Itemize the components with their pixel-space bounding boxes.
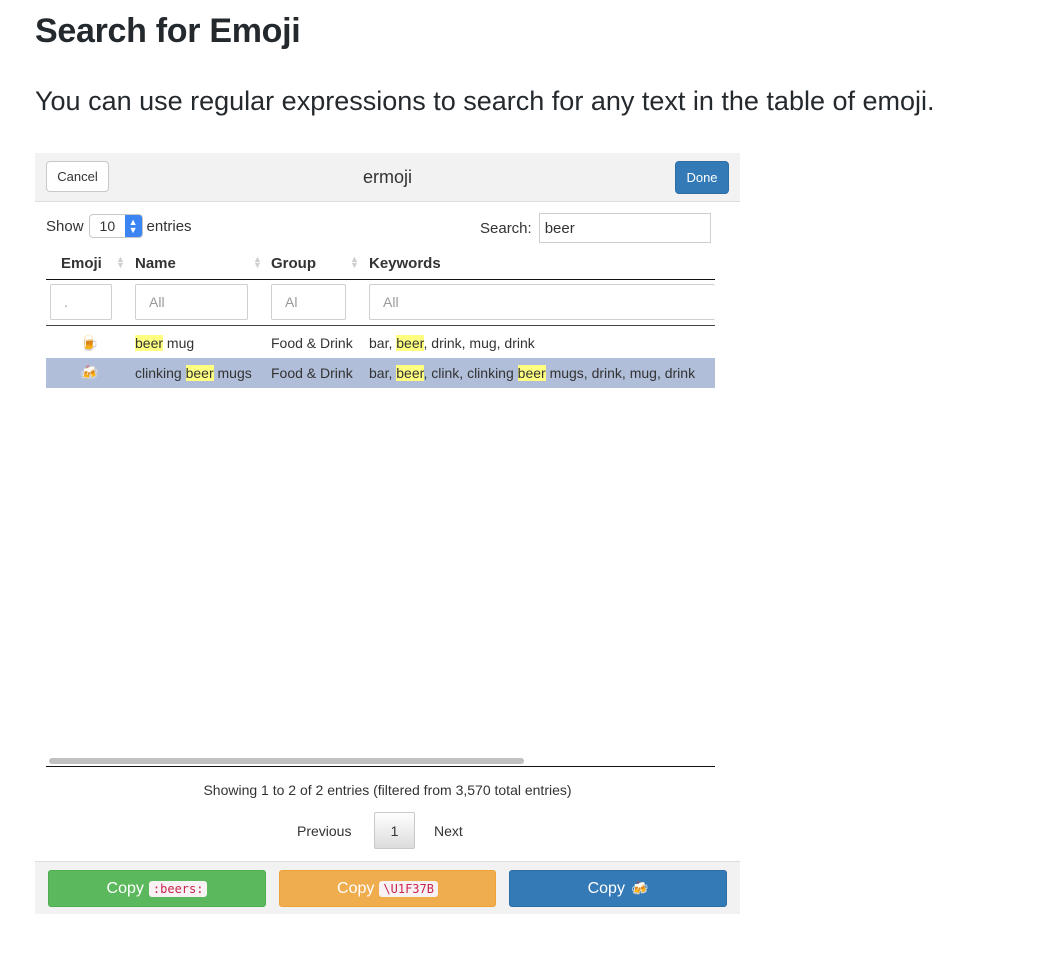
page-length-value: 10 <box>99 218 116 234</box>
search-match: beer <box>396 365 424 381</box>
next-page-button[interactable]: Next <box>434 823 463 839</box>
table-row-selected[interactable]: 🍻 clinking beer mugs Food & Drink bar, b… <box>46 358 715 388</box>
sort-icon[interactable]: ▲ ▼ <box>116 255 125 270</box>
previous-page-button[interactable]: Previous <box>297 823 351 839</box>
keywords-cell: bar, beer, drink, mug, drink <box>369 335 535 351</box>
emoji-cell: 🍺 <box>80 335 99 352</box>
scrollbar-thumb[interactable] <box>49 758 524 764</box>
table-bottom-border <box>46 766 715 767</box>
ermoji-window: Cancel ermoji Done Show 10 ▲ ▼ entries Se… <box>35 153 740 914</box>
filter-emoji-input[interactable]: . <box>50 284 112 320</box>
table-header: Emoji ▲ ▼ Name ▲ ▼ Group ▲ ▼ Keywords <box>46 251 715 280</box>
copy-unicode-button[interactable]: Copy \U1F37B <box>279 870 496 907</box>
pagination: Previous 1 Next <box>35 812 740 850</box>
page-1-button[interactable]: 1 <box>374 812 415 849</box>
beers-emoji-icon: 🍻 <box>630 880 649 896</box>
done-button[interactable]: Done <box>675 161 729 194</box>
keywords-cell: bar, beer, clink, clinking beer mugs, dr… <box>369 365 696 381</box>
table-row[interactable]: 🍺 beer mug Food & Drink bar, beer, drink… <box>46 328 715 358</box>
search-match: beer <box>396 335 424 351</box>
app-title: ermoji <box>362 167 412 187</box>
column-header-group[interactable]: Group <box>271 255 316 272</box>
filter-name-input[interactable]: All <box>135 284 248 320</box>
column-header-name[interactable]: Name <box>135 255 176 272</box>
copy-emoji-button[interactable]: Copy 🍻 <box>509 870 727 907</box>
group-cell: Food & Drink <box>271 335 353 351</box>
filter-keywords-input[interactable]: All <box>369 284 715 320</box>
search-match: beer <box>135 335 164 351</box>
show-label: Show <box>46 217 84 235</box>
search-match: beer <box>185 365 214 381</box>
table-info: Showing 1 to 2 of 2 entries (filtered fr… <box>203 782 572 798</box>
copy-toolbar: Copy :beers: Copy \U1F37B Copy 🍻 <box>35 861 740 914</box>
page-length-select[interactable]: 10 ▲ ▼ <box>88 214 143 238</box>
column-filter-row: . All Al All <box>46 280 715 326</box>
intro-text: You can use regular expressions to searc… <box>35 86 935 116</box>
page-title: Search for Emoji <box>35 12 301 50</box>
group-cell: Food & Drink <box>271 365 353 381</box>
emoji-cell: 🍻 <box>80 365 99 382</box>
shortcode-code: :beers: <box>148 880 208 897</box>
column-header-keywords[interactable]: Keywords <box>369 255 441 272</box>
search-control: Search: beer <box>480 213 711 243</box>
copy-shortcode-button[interactable]: Copy :beers: <box>48 870 266 907</box>
sort-icon[interactable]: ▲ ▼ <box>350 255 359 270</box>
name-cell: beer mug <box>135 335 195 351</box>
entries-label: entries <box>146 217 192 235</box>
titlebar: Cancel ermoji Done <box>35 153 740 202</box>
page-length-control: Show 10 ▲ ▼ entries <box>46 214 192 238</box>
filter-group-input[interactable]: Al <box>271 284 346 320</box>
sort-icon[interactable]: ▲ ▼ <box>253 255 262 270</box>
unicode-code: \U1F37B <box>379 880 438 897</box>
search-label: Search: <box>480 219 532 237</box>
name-cell: clinking beer mugs <box>135 365 252 381</box>
search-match: beer <box>517 365 546 381</box>
select-arrows-icon: ▲ ▼ <box>124 215 142 237</box>
column-header-emoji[interactable]: Emoji <box>61 255 102 272</box>
search-input[interactable]: beer <box>538 213 711 243</box>
